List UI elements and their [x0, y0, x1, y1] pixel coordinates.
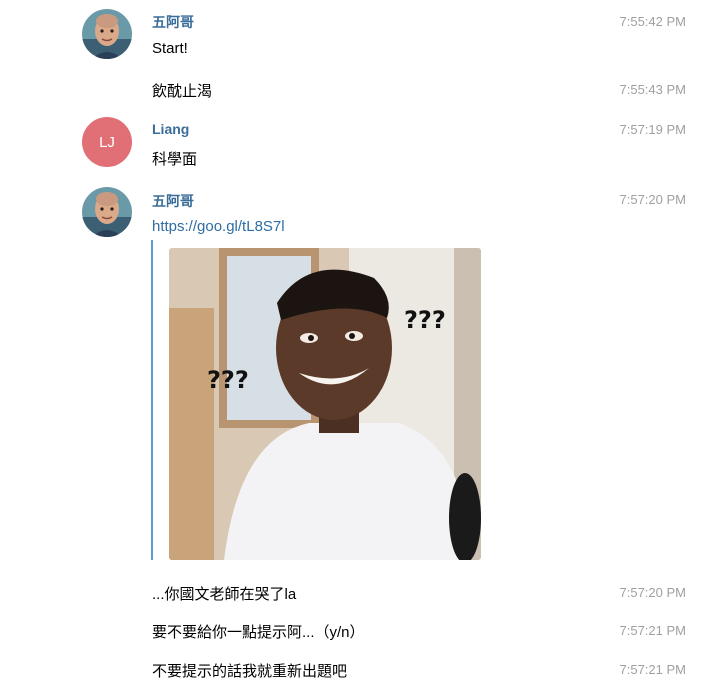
bald-man-avatar-icon[interactable] — [82, 187, 132, 237]
sender-name[interactable]: 五阿哥 — [152, 191, 194, 211]
message-text: ...你國文老師在哭了la — [152, 586, 297, 603]
sender-name[interactable]: Liang — [152, 121, 189, 137]
sender-name[interactable]: 五阿哥 — [152, 12, 194, 32]
avatar-initials: LJ — [99, 133, 115, 151]
message-timestamp: 7:57:21 PM — [619, 623, 687, 638]
message-timestamp: 7:57:20 PM — [619, 192, 687, 207]
message-text: 飲酖止渴 — [152, 83, 213, 100]
preview-overlay-text-right: ??? — [404, 306, 446, 334]
message-timestamp: 7:57:19 PM — [619, 122, 687, 137]
message-text: 要不要給你一點提示阿...（y/n） — [152, 624, 365, 641]
message-text: 不要提示的話我就重新出題吧 — [152, 663, 348, 680]
message-text: 科學面 — [152, 151, 198, 168]
message-text: Start! — [152, 40, 188, 57]
message-timestamp: 7:57:20 PM — [619, 585, 687, 600]
message-timestamp: 7:55:42 PM — [619, 14, 687, 29]
message-timestamp: 7:55:43 PM — [619, 82, 687, 97]
message-link[interactable]: https://goo.gl/tL8S7l — [152, 218, 285, 235]
link-preview[interactable]: ??? ??? — [151, 240, 483, 560]
preview-image[interactable]: ??? ??? — [169, 248, 481, 560]
avatar[interactable]: LJ — [82, 117, 132, 167]
preview-overlay-text-left: ??? — [207, 366, 249, 394]
message-timestamp: 7:57:21 PM — [619, 662, 687, 677]
bald-man-avatar-icon[interactable] — [82, 9, 132, 59]
